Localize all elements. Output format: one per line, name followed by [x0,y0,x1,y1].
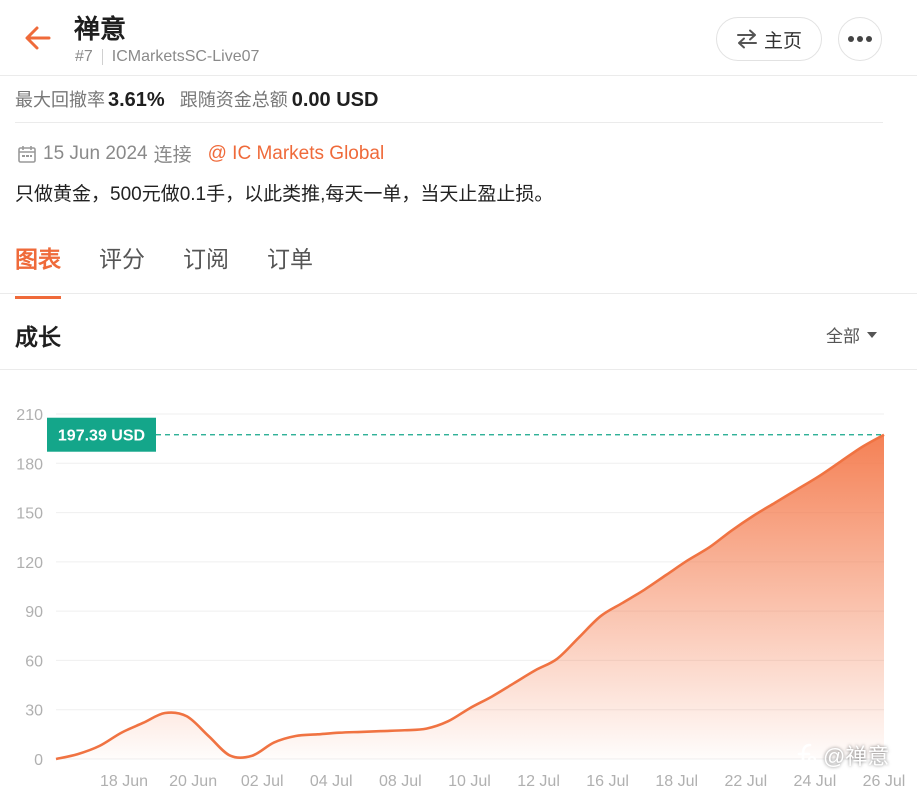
tabs-divider [0,293,917,294]
broker-link[interactable]: @ IC Markets Global [208,143,385,165]
arrow-left-icon [25,26,51,50]
account-label: ICMarketsSC-Live07 [111,48,260,65]
section-title: 成长 [15,324,61,350]
tab-chart[interactable]: 图表 [15,240,61,299]
y-tick-label: 90 [25,604,43,621]
x-tick-label: 24 Jul [794,773,837,790]
tab-bar: 图表 评分 订阅 订单 [15,240,351,299]
since-suffix: 连接 [153,145,192,166]
divider [101,49,103,65]
strategy-description: 只做黄金，500元做0.1手，以此类推,每天一单，当天止盈止损。 [15,184,554,205]
since-date: 15 Jun 2024 [43,142,148,164]
caret-down-icon [867,331,877,338]
y-tick-label: 120 [16,555,43,572]
follow-funds-value: 0.00 USD [291,89,379,111]
account-subline: #7 ICMarketsSC-Live07 [75,48,259,66]
y-tick-label: 180 [16,456,43,473]
drawdown-value: 3.61% [108,89,165,111]
x-tick-label: 12 Jul [517,773,560,790]
tradingview-logo-icon [797,743,817,766]
x-tick-label: 26 Jul [863,773,906,790]
y-tick-label: 60 [25,653,43,670]
y-tick-label: 30 [25,703,43,720]
watermark-text: @禅意 [823,744,890,769]
current-value-label: 197.39 USD [58,428,145,445]
calendar-icon [18,145,36,163]
rank-label: #7 [75,48,93,65]
x-tick-label: 16 Jul [586,773,629,790]
x-tick-label: 18 Jul [655,773,698,790]
more-dots-icon [848,36,872,42]
x-tick-label: 10 Jul [448,773,491,790]
stats-row: 最大回撤率 3.61% 跟随资金总额 0.00 USD [15,86,378,112]
drawdown-label: 最大回撤率 [15,90,105,110]
x-tick-label: 20 Jun [169,773,217,790]
back-button[interactable] [22,22,54,54]
x-tick-label: 18 Jun [100,773,148,790]
y-tick-label: 0 [34,752,43,769]
tab-orders[interactable]: 订单 [267,240,313,284]
range-dropdown[interactable]: 全部 [826,322,878,347]
page-title: 禅意 [74,14,127,44]
header-divider [0,75,917,76]
home-button-label: 主页 [763,30,802,52]
swap-icon [736,29,757,49]
tab-rating[interactable]: 评分 [99,240,145,284]
series-area [56,434,884,759]
stats-divider [15,122,883,123]
x-tick-label: 08 Jul [379,773,422,790]
more-button[interactable] [838,17,882,61]
home-button[interactable]: 主页 [716,17,822,61]
growth-chart[interactable]: 0 30 60 90 120 150 180 210 18 Jun 20 Jun 02 Jul 04… [0,370,917,804]
watermark: @禅意 [797,739,889,771]
x-tick-label: 22 Jul [724,773,767,790]
connected-since: 15 Jun 2024 连接 @ IC Markets Global [17,140,384,167]
y-tick-label: 150 [16,506,43,523]
tab-subscribe[interactable]: 订阅 [183,240,229,284]
range-label: 全部 [826,327,860,346]
follow-funds-label: 跟随资金总额 [179,90,288,110]
x-tick-label: 04 Jul [310,773,353,790]
x-tick-label: 02 Jul [241,773,284,790]
y-tick-label: 210 [16,407,43,424]
